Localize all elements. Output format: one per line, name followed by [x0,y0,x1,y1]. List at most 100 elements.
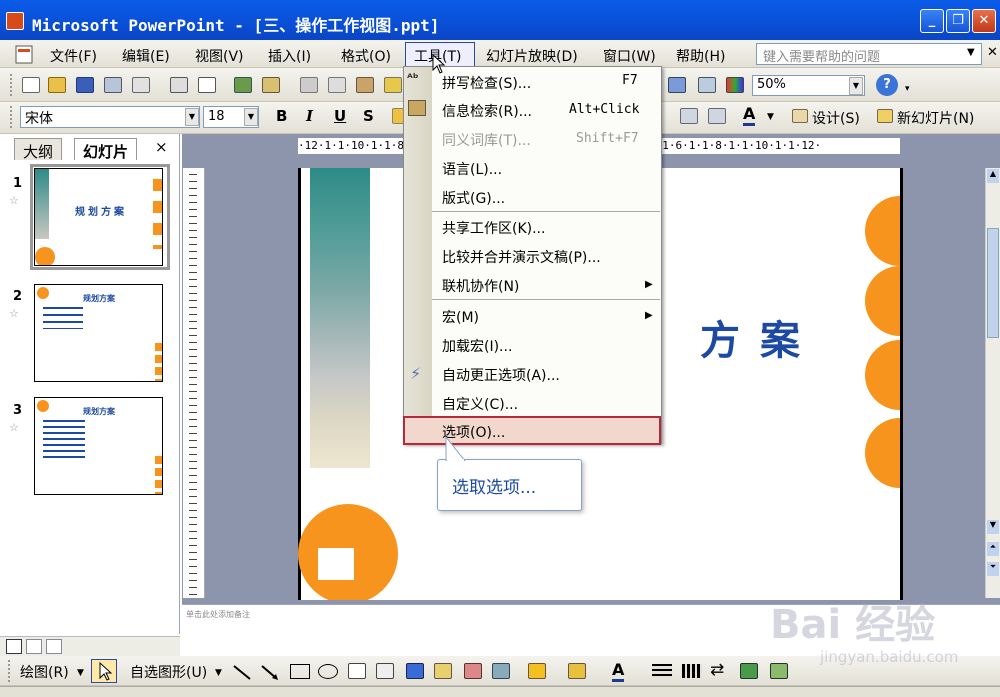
font-color-dropdown-icon[interactable]: ▼ [767,112,774,122]
menu-edit[interactable]: 编辑(E) [122,46,170,66]
line-style-icon[interactable] [652,664,672,678]
new-slide-button[interactable]: 新幻灯片(N) [897,108,974,128]
vertical-scrollbar[interactable]: ▲ ▼ ⏶ ⏷ [985,168,1000,598]
slideshow-icon[interactable] [46,639,62,654]
document-icon[interactable] [6,45,36,65]
research-icon[interactable] [262,77,280,93]
slide-title[interactable]: 方案 [700,308,820,366]
save-icon[interactable] [76,77,94,93]
size-dropdown-icon[interactable]: ▼ [244,108,258,126]
menu-window[interactable]: 窗口(W) [603,46,656,66]
slide-thumbnail-2[interactable]: 规划方案 [34,284,163,382]
open-icon[interactable] [48,77,66,93]
toolbar-options-icon[interactable]: ▾ [905,84,910,94]
select-objects-icon[interactable] [91,659,117,683]
help-icon[interactable]: ? [876,74,898,96]
picture-icon[interactable] [492,663,510,679]
menu-item-autocorrect[interactable]: 自动更正选项(A)... [442,365,560,385]
decrease-indent-icon[interactable] [680,108,698,124]
dash-style-icon[interactable] [682,664,702,678]
textbox-icon[interactable] [348,663,366,679]
menu-item-layout[interactable]: 版式(G)... [442,188,505,208]
oval-icon[interactable] [318,664,338,679]
zoom-dropdown-icon[interactable]: ▼ [849,77,863,95]
clipart-icon[interactable] [464,663,482,679]
doc-close-icon[interactable]: ✕ [987,45,998,60]
autoshapes-dropdown-icon[interactable]: ▼ [215,668,222,678]
menu-item-online-collab[interactable]: 联机协作(N) [442,276,519,296]
spelling-icon[interactable] [234,77,252,93]
scroll-up-icon[interactable]: ▲ [987,169,999,183]
arrow-icon[interactable] [258,662,282,682]
shadow-style-icon[interactable] [740,663,758,679]
menu-help[interactable]: 帮助(H) [676,46,725,66]
menu-format[interactable]: 格式(O) [341,46,391,66]
menu-item-spelling[interactable]: 拼写检查(S)... [442,73,531,93]
pane-close-icon[interactable]: × [155,138,168,156]
maximize-button[interactable]: ❐ [946,9,970,33]
design-button[interactable]: 设计(S) [812,108,860,128]
menu-item-language[interactable]: 语言(L)... [442,159,502,179]
menu-item-shared-workspace[interactable]: 共享工作区(K)... [442,218,545,238]
italic-button[interactable]: I [306,107,313,125]
slide-sorter-icon[interactable] [26,639,42,654]
copy-icon[interactable] [328,77,346,93]
menu-item-research[interactable]: 信息检索(R)... [442,101,532,121]
permission-icon[interactable] [104,77,122,93]
menu-item-customize[interactable]: 自定义(C)... [442,394,518,414]
rectangle-icon[interactable] [290,664,310,679]
scroll-thumb[interactable] [987,228,999,338]
slide-thumbnail-3[interactable]: 规划方案 [34,397,163,495]
menu-item-addins[interactable]: 加载宏(I)... [442,336,512,356]
prev-slide-icon[interactable]: ⏶ [987,542,999,556]
increase-indent-icon[interactable] [708,108,726,124]
fill-color-icon[interactable] [528,663,546,679]
line-color-icon[interactable] [568,663,586,679]
email-icon[interactable] [132,77,150,93]
toolbar-grip[interactable] [10,106,14,128]
arrow-style-icon[interactable]: ⇄ [710,660,724,680]
font-color-icon[interactable]: A [743,104,756,126]
wordart-icon[interactable] [406,663,424,679]
diagram-icon[interactable] [434,663,452,679]
scroll-down-icon[interactable]: ▼ [987,520,999,534]
powerpoint-app-icon[interactable] [6,12,24,30]
minimize-button[interactable]: _ [920,9,944,33]
font-dropdown-icon[interactable]: ▼ [185,108,199,126]
toolbar-grip[interactable] [8,660,12,682]
vertical-ruler[interactable] [183,168,205,598]
toolbar-grip[interactable] [10,74,14,96]
close-button[interactable]: ✕ [972,9,996,33]
bold-button[interactable]: B [276,107,287,125]
font-select[interactable]: 宋体 [20,106,200,128]
tab-outline[interactable]: 大纲 [14,138,63,161]
menu-item-macro[interactable]: 宏(M) [442,307,479,327]
slide-thumbnail-1[interactable]: 规划方案 [34,168,163,266]
paste-icon[interactable] [356,77,374,93]
shadow-button[interactable]: S [363,107,374,125]
vertical-textbox-icon[interactable] [376,663,394,679]
menu-insert[interactable]: 插入(I) [268,46,311,66]
help-dropdown-icon[interactable]: ▼ [967,47,975,58]
insert-chart-icon[interactable] [668,77,686,93]
new-icon[interactable] [22,77,40,93]
draw-font-color-icon[interactable]: A [612,660,625,682]
line-icon[interactable] [230,662,254,682]
print-icon[interactable] [170,77,188,93]
help-search-input[interactable]: 键入需要帮助的问题 [756,43,982,65]
underline-button[interactable]: U [334,107,346,125]
format-painter-icon[interactable] [384,77,402,93]
next-slide-icon[interactable]: ⏷ [987,562,999,576]
draw-menu-button[interactable]: 绘图(R) [20,662,69,682]
autoshapes-button[interactable]: 自选图形(U) [130,662,207,682]
menu-item-compare-merge[interactable]: 比较并合并演示文稿(P)... [442,247,601,267]
cut-icon[interactable] [300,77,318,93]
normal-view-icon[interactable] [6,639,22,654]
tab-slides[interactable]: 幻灯片 [74,138,138,161]
menu-slideshow[interactable]: 幻灯片放映(D) [486,46,578,66]
insert-table-icon[interactable] [698,77,716,93]
color-grayscale-icon[interactable] [726,77,744,93]
draw-dropdown-icon[interactable]: ▼ [77,668,84,678]
menu-view[interactable]: 视图(V) [195,46,244,66]
print-preview-icon[interactable] [198,77,216,93]
